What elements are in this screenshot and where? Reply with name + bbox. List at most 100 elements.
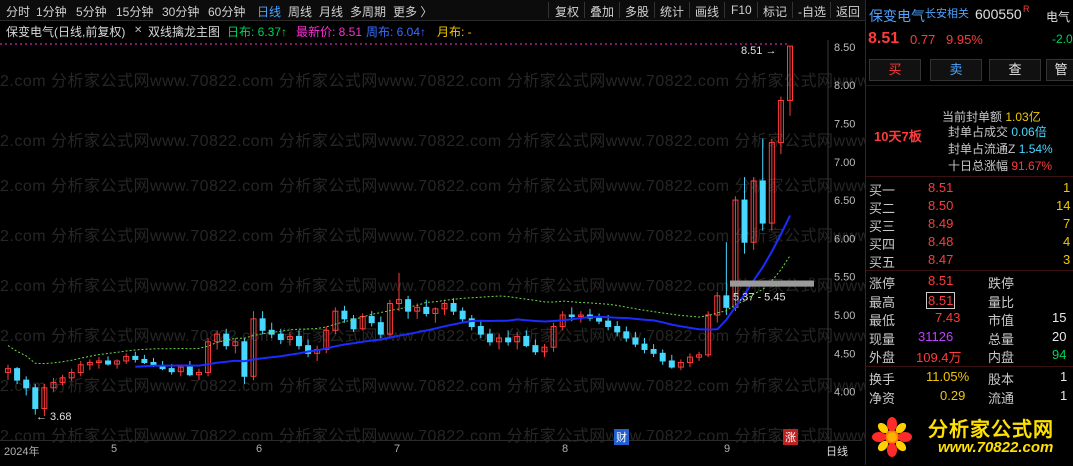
stat-value: 31126 <box>918 329 954 344</box>
candle-body <box>14 368 21 381</box>
stat-value: 7.43 <box>935 310 961 325</box>
period-5min[interactable]: 5分钟 <box>76 3 107 20</box>
candle-body <box>505 337 512 343</box>
date-label: 6 <box>256 443 263 455</box>
stat-label: 量比 <box>988 295 1015 310</box>
stat-label: 最低 <box>869 313 896 328</box>
rq-badge: R <box>1023 4 1030 14</box>
date-label: 8 <box>562 443 569 455</box>
query-button[interactable]: 查 <box>989 59 1041 81</box>
candle-body <box>596 317 603 322</box>
period-indicator: 日线 <box>826 446 848 458</box>
yaxis-tick-label: 4.50 <box>834 348 855 360</box>
toolbar-divider <box>724 2 725 18</box>
concept-tag[interactable]: 长安相关 <box>925 5 969 21</box>
last-price: 8.51 <box>868 30 899 48</box>
buy-button[interactable]: 买 <box>869 59 921 81</box>
weekly-level-label: 周布: 6.04↑ <box>366 25 427 39</box>
candle-body <box>532 345 539 353</box>
candle-body <box>614 325 621 333</box>
candle-body <box>368 316 375 324</box>
candle-body <box>423 306 430 314</box>
stat-label: 市值 <box>988 313 1015 328</box>
candle-body <box>741 199 748 243</box>
latest-price-label: 最新价: 8.51 <box>296 25 363 39</box>
seal-label: 十日总涨幅 <box>948 159 1009 173</box>
stat-value: 1 <box>1060 369 1068 384</box>
toolbar-divider <box>548 2 549 18</box>
manage-button[interactable]: 管 <box>1046 59 1073 81</box>
candle-body <box>141 358 148 363</box>
period-60min[interactable]: 60分钟 <box>208 3 245 20</box>
candle-body <box>168 368 175 373</box>
stat-label: 内盘 <box>988 350 1015 365</box>
candle-body <box>132 355 139 360</box>
sell-button[interactable]: 卖 <box>930 59 982 81</box>
period-15min[interactable]: 15分钟 <box>116 3 153 20</box>
kline-chart[interactable]: 2.com 分析家公式网www.70822.com 分析家公式网www.7082… <box>0 40 957 445</box>
bid-row: 买二 <box>869 198 895 217</box>
seal-value: 0.06倍 <box>1011 125 1047 139</box>
candle-body <box>241 341 248 377</box>
stat-value: 109.4万 <box>916 350 962 365</box>
period-fenshi[interactable]: 分时 <box>6 3 30 20</box>
back-button[interactable]: 返回 <box>836 3 860 20</box>
multi-stock-button[interactable]: 多股 <box>625 3 649 20</box>
blue-trend-line <box>135 215 791 368</box>
finance-marker[interactable]: 财 <box>614 429 629 445</box>
candle-body <box>32 387 39 409</box>
candle-body <box>659 352 666 362</box>
stat-label: 流通 <box>988 391 1015 406</box>
stat-value: 1 <box>1060 388 1068 403</box>
support-band <box>730 280 814 287</box>
last-price-value: 8.51 <box>868 30 900 47</box>
stock-code: 600550 <box>975 6 1022 22</box>
site-logo: 分析家公式网 www.70822.com <box>866 407 1073 465</box>
stat-label: 总量 <box>988 332 1015 347</box>
period-multi[interactable]: 多周期 <box>350 3 386 20</box>
f10-button[interactable]: F10 <box>731 3 752 17</box>
period-weekly[interactable]: 周线 <box>288 3 312 20</box>
yaxis-tick-label: 7.50 <box>834 118 855 130</box>
indicator-name[interactable]: 双线擒龙主图 <box>148 23 220 40</box>
candle-body <box>186 366 193 376</box>
candle-body <box>641 343 648 350</box>
chart-header: 保变电气(日线,前复权) ✕ 双线擒龙主图 日布: 6.37↑ 最新价: 8.5… <box>0 21 862 39</box>
period-monthly[interactable]: 月线 <box>319 3 343 20</box>
toolbar-divider <box>619 2 620 18</box>
period-more[interactable]: 更多 〉 <box>393 3 432 20</box>
bid-volume: 1 <box>1063 180 1071 195</box>
stock-name[interactable]: 保变电气 <box>869 6 925 26</box>
stats-button[interactable]: 统计 <box>660 3 684 20</box>
mark-button[interactable]: 标记 <box>763 3 787 20</box>
logo-title: 分析家公式网 <box>928 419 1054 441</box>
candle-body <box>477 325 484 335</box>
flower-logo-icon <box>872 417 912 457</box>
overlay-button[interactable]: 叠加 <box>590 3 614 20</box>
period-30min[interactable]: 30分钟 <box>162 3 199 20</box>
close-indicator-icon[interactable]: ✕ <box>134 25 142 36</box>
bid-volume: 7 <box>1063 216 1071 231</box>
bid-label: 买三 <box>869 219 896 234</box>
candle-body <box>723 295 730 308</box>
seal-row: 封单占流通Z 1.54% <box>948 140 1053 157</box>
board-count-badge: 10天7板 <box>874 129 922 144</box>
stat-value: 94 <box>1052 347 1067 362</box>
stat-value: 20 <box>1052 329 1067 344</box>
toolbar-divider <box>654 2 655 18</box>
bid-row: 买三 <box>869 216 895 235</box>
watchlist-button[interactable]: -自选 <box>798 3 826 20</box>
draw-line-button[interactable]: 画线 <box>695 3 719 20</box>
yaxis-tick-label: 6.50 <box>834 195 855 207</box>
bid-row: 买五 <box>869 252 895 271</box>
divider <box>866 176 1073 177</box>
toolbar-divider <box>830 2 831 18</box>
fuquan-button[interactable]: 复权 <box>555 3 579 20</box>
toolbar-divider <box>689 2 690 18</box>
bid-price: 8.48 <box>928 234 954 249</box>
period-daily[interactable]: 日线 <box>257 3 281 20</box>
yaxis-tick-label: 5.50 <box>834 272 855 284</box>
period-1min[interactable]: 1分钟 <box>36 3 67 20</box>
limit-up-marker[interactable]: 涨 <box>783 429 798 445</box>
candle-body <box>295 335 302 347</box>
